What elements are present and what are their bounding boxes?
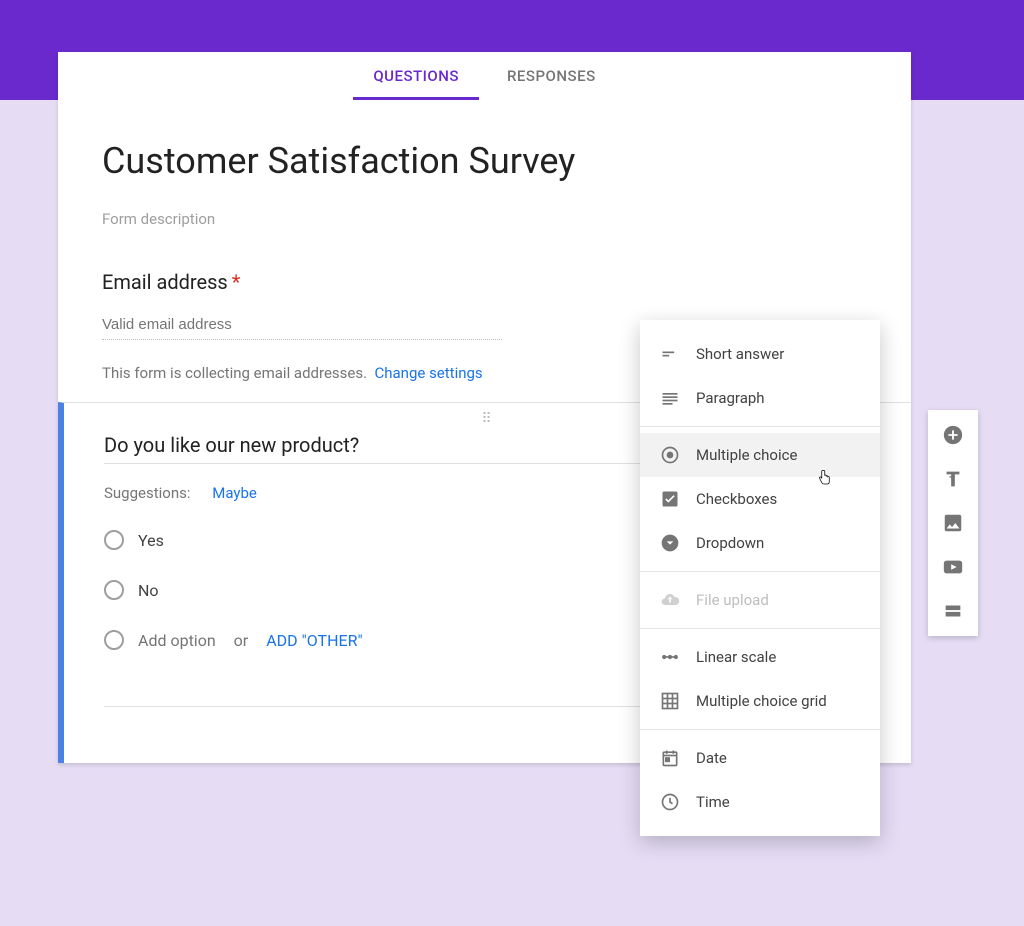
checkbox-icon (660, 489, 680, 509)
menu-label: Multiple choice (696, 446, 797, 464)
grid-icon (660, 691, 680, 711)
menu-label: Dropdown (696, 534, 764, 552)
option-label[interactable]: No (138, 581, 159, 600)
radio-icon (104, 630, 124, 650)
menu-linear-scale[interactable]: Linear scale (640, 635, 880, 679)
menu-checkboxes[interactable]: Checkboxes (640, 477, 880, 521)
side-toolbar (928, 410, 978, 636)
add-question-icon[interactable] (942, 424, 964, 446)
suggestion-maybe[interactable]: Maybe (212, 484, 257, 502)
menu-label: File upload (696, 591, 769, 609)
add-section-icon[interactable] (942, 600, 964, 622)
add-other-link[interactable]: ADD "OTHER" (266, 631, 362, 650)
change-settings-link[interactable]: Change settings (375, 364, 483, 382)
menu-separator (640, 729, 880, 730)
email-label-text: Email address (102, 270, 228, 294)
cloud-upload-icon (660, 590, 680, 610)
menu-separator (640, 426, 880, 427)
menu-multiple-choice-grid[interactable]: Multiple choice grid (640, 679, 880, 723)
menu-label: Time (696, 793, 730, 811)
required-asterisk: * (232, 270, 241, 294)
dropdown-icon (660, 533, 680, 553)
add-title-icon[interactable] (942, 468, 964, 490)
or-text: or (234, 631, 249, 650)
menu-label: Multiple choice grid (696, 692, 827, 710)
tab-bar: QUESTIONS RESPONSES (58, 52, 911, 100)
menu-time[interactable]: Time (640, 780, 880, 824)
mouse-cursor-icon (815, 468, 833, 493)
menu-dropdown[interactable]: Dropdown (640, 521, 880, 565)
radio-checked-icon (660, 445, 680, 465)
email-label: Email address* (102, 270, 867, 294)
clock-icon (660, 792, 680, 812)
menu-label: Paragraph (696, 389, 765, 407)
menu-short-answer[interactable]: Short answer (640, 332, 880, 376)
add-option-text[interactable]: Add option (138, 631, 216, 650)
menu-separator (640, 628, 880, 629)
menu-paragraph[interactable]: Paragraph (640, 376, 880, 420)
menu-label: Linear scale (696, 648, 776, 666)
menu-label: Short answer (696, 345, 784, 363)
radio-icon (104, 530, 124, 550)
tab-questions[interactable]: QUESTIONS (373, 52, 459, 100)
menu-separator (640, 571, 880, 572)
option-label[interactable]: Yes (138, 531, 164, 550)
menu-label: Checkboxes (696, 490, 777, 508)
menu-multiple-choice[interactable]: Multiple choice (640, 433, 880, 477)
short-answer-icon (660, 344, 680, 364)
add-image-icon[interactable] (942, 512, 964, 534)
form-title[interactable]: Customer Satisfaction Survey (102, 140, 867, 182)
tab-responses[interactable]: RESPONSES (507, 52, 596, 100)
paragraph-icon (660, 388, 680, 408)
drag-handle-icon[interactable]: ⠿ (481, 411, 493, 427)
form-description[interactable]: Form description (102, 210, 867, 228)
menu-label: Date (696, 749, 727, 767)
linear-scale-icon (660, 647, 680, 667)
suggestions-label: Suggestions: (104, 484, 190, 502)
email-note-text: This form is collecting email addresses. (102, 364, 367, 382)
add-video-icon[interactable] (942, 556, 964, 578)
radio-icon (104, 580, 124, 600)
question-type-menu: Short answer Paragraph Multiple choice C… (640, 320, 880, 836)
menu-date[interactable]: Date (640, 736, 880, 780)
calendar-icon (660, 748, 680, 768)
email-input[interactable] (102, 314, 502, 340)
menu-file-upload: File upload (640, 578, 880, 622)
